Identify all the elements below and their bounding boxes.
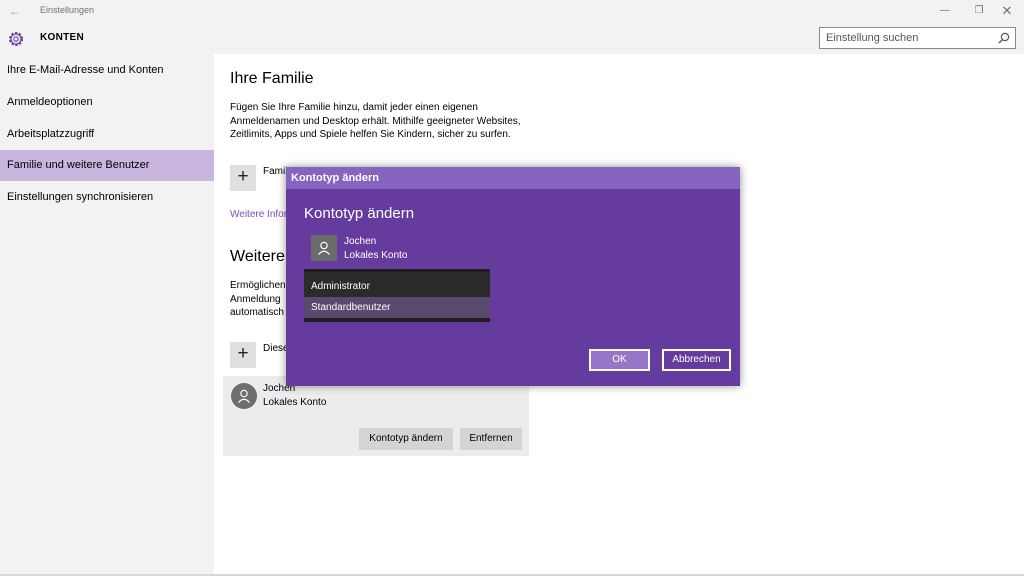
more-info-link[interactable]: Weitere Infor: [230, 209, 287, 220]
cancel-button[interactable]: Abbrechen: [662, 349, 731, 371]
sidebar-item-work-access[interactable]: Arbeitsplatzzugriff: [0, 119, 214, 150]
back-arrow-icon[interactable]: ←: [6, 3, 24, 19]
family-description-line-2: Anmeldenamen und Desktop erhält. Mithilf…: [230, 115, 521, 127]
user-account-type: Lokales Konto: [263, 397, 327, 408]
sidebar-item-label: Ihre E-Mail-Adresse und Konten: [7, 64, 164, 76]
add-other-user-label[interactable]: Diese: [263, 343, 289, 354]
search-input[interactable]: [826, 30, 991, 46]
sidebar-item-label: Anmeldeoptionen: [7, 96, 93, 108]
ok-button[interactable]: OK: [589, 349, 650, 371]
other-users-description-line-2: Anmeldung: [230, 293, 281, 305]
family-heading: Ihre Familie: [230, 70, 314, 87]
dialog-user-name: Jochen: [344, 236, 377, 247]
section-title: KONTEN: [40, 32, 85, 43]
change-account-type-button[interactable]: Kontotyp ändern: [359, 428, 453, 450]
change-account-type-dialog: Kontotyp ändern Kontotyp ändern Jochen L…: [286, 167, 740, 386]
dialog-user-account-type: Lokales Konto: [344, 250, 408, 261]
add-other-user-plus-icon[interactable]: +: [230, 342, 256, 368]
dialog-heading: Kontotyp ändern: [304, 205, 415, 222]
sidebar-item-label: Einstellungen synchronisieren: [7, 191, 154, 203]
add-family-plus-icon[interactable]: +: [230, 165, 256, 191]
dialog-titlebar: Kontotyp ändern: [286, 167, 740, 189]
other-users-description-line-1: Ermöglichen: [230, 280, 286, 291]
dropdown-option-standard-user[interactable]: Standardbenutzer: [304, 297, 490, 318]
user-card[interactable]: Jochen Lokales Konto Kontotyp ändern Ent…: [223, 376, 529, 456]
add-family-label[interactable]: Famil: [263, 166, 287, 177]
avatar: [231, 383, 257, 409]
sidebar-item-sign-in-options[interactable]: Anmeldeoptionen: [0, 87, 214, 118]
family-description-line-3: Zeitlimits, Apps und Spiele helfen Sie K…: [230, 129, 511, 140]
other-users-description-line-3: automatisch: [230, 307, 284, 318]
close-button[interactable]: ✕: [990, 0, 1024, 22]
remove-user-button[interactable]: Entfernen: [460, 428, 522, 450]
account-type-dropdown[interactable]: Administrator Standardbenutzer: [304, 269, 490, 322]
title-bar: ← Einstellungen — ❐ ✕: [0, 0, 1024, 22]
gear-icon: [9, 32, 23, 46]
dialog-titlebar-text: Kontotyp ändern: [291, 172, 379, 184]
sidebar-item-email-accounts[interactable]: Ihre E-Mail-Adresse und Konten: [0, 55, 214, 86]
header-row: KONTEN: [0, 22, 1024, 54]
user-icon: [238, 389, 250, 403]
user-icon: [318, 241, 330, 255]
avatar: [311, 235, 337, 261]
sidebar-item-label: Familie und weitere Benutzer: [7, 159, 150, 171]
search-box[interactable]: [819, 27, 1016, 49]
sidebar-item-label: Arbeitsplatzzugriff: [7, 128, 95, 140]
search-icon[interactable]: [997, 31, 1011, 45]
family-description-line-1: Fügen Sie Ihre Familie hinzu, damit jede…: [230, 102, 478, 113]
dropdown-option-administrator[interactable]: Administrator: [304, 276, 490, 297]
other-users-heading: Weitere: [230, 248, 285, 265]
sidebar-item-family-users[interactable]: Familie und weitere Benutzer: [0, 150, 214, 181]
sidebar-item-sync-settings[interactable]: Einstellungen synchronisieren: [0, 182, 214, 213]
minimize-button[interactable]: —: [928, 0, 962, 22]
window-title: Einstellungen: [40, 5, 95, 15]
